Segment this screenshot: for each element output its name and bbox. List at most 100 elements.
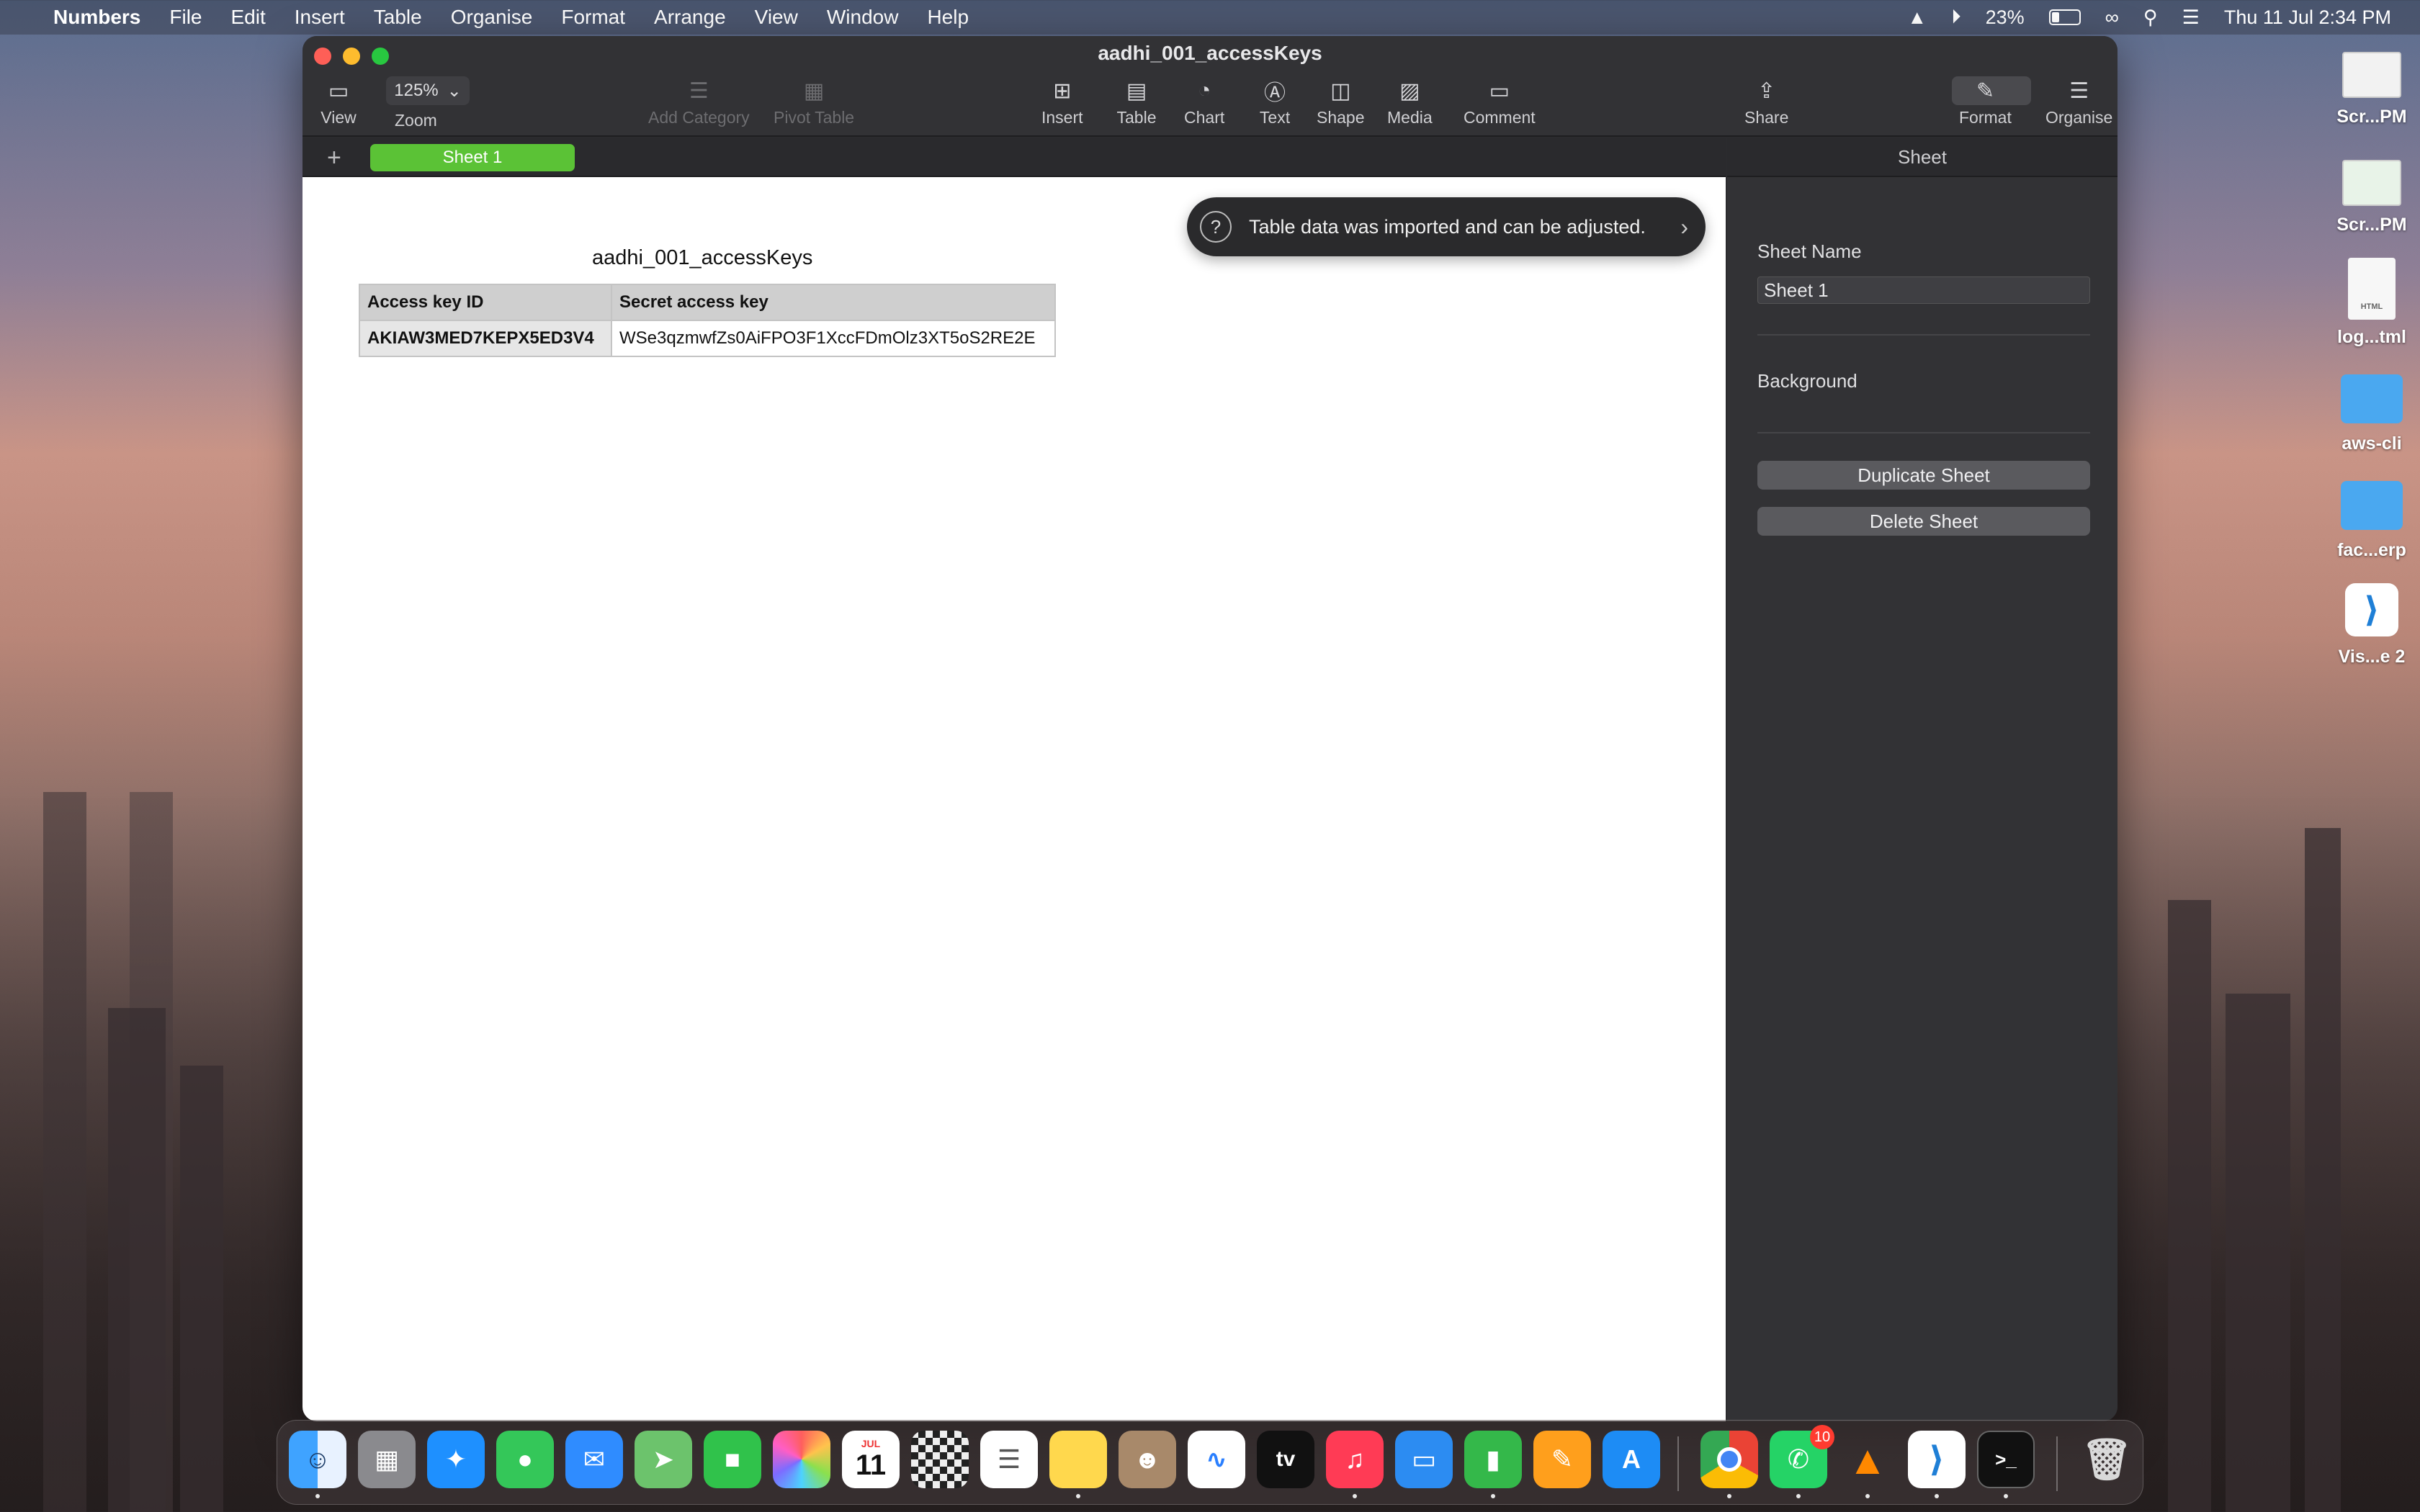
add-category-button[interactable]: ☰ Add Category xyxy=(648,76,750,127)
music-icon[interactable]: ♫ xyxy=(1326,1431,1384,1488)
control-center-icon[interactable]: ☰ xyxy=(2182,6,2200,29)
keynote-icon[interactable]: ▭ xyxy=(1395,1431,1453,1488)
screenshot-thumbnail xyxy=(2342,160,2401,206)
chart-button[interactable]: ◔ Chart xyxy=(1184,76,1224,127)
chess-icon[interactable] xyxy=(911,1431,969,1488)
table-cell[interactable]: AKIAW3MED7KEPX5ED3V4 xyxy=(359,320,612,357)
calendar-icon[interactable]: JUL 11 xyxy=(842,1431,900,1488)
sheet-name-label: Sheet Name xyxy=(1757,240,1862,262)
format-button[interactable]: ✎ Format xyxy=(1959,76,2012,127)
add-sheet-button[interactable]: + xyxy=(327,144,341,172)
chevron-down-icon: ⌄ xyxy=(447,81,462,101)
desktop-item-app[interactable]: ⟩ Vis...e 2 xyxy=(2318,583,2420,667)
facetime-icon[interactable]: ■ xyxy=(704,1431,761,1488)
table-button[interactable]: ▤ Table xyxy=(1116,76,1157,127)
menu-file[interactable]: File xyxy=(169,6,202,29)
photos-icon[interactable] xyxy=(773,1431,830,1488)
screenshot-thumbnail xyxy=(2342,52,2401,98)
app-store-icon[interactable]: A xyxy=(1603,1431,1660,1488)
menu-edit[interactable]: Edit xyxy=(231,6,266,29)
control-center-link-icon[interactable]: ∞ xyxy=(2105,6,2119,29)
battery-icon[interactable] xyxy=(2048,9,2081,25)
terminal-icon[interactable]: >_ xyxy=(1977,1431,2035,1488)
menu-bar: Numbers File Edit Insert Table Organise … xyxy=(0,0,2420,35)
desktop-item-screenshot[interactable]: Scr...PM xyxy=(2318,52,2420,127)
menu-window[interactable]: Window xyxy=(827,6,899,29)
table-cell[interactable]: WSe3qzmwfZs0AiFPO3F1XccFDmOlz3XT5oS2RE2E xyxy=(611,320,1056,357)
trash-icon[interactable]: 🗑 xyxy=(2078,1431,2136,1488)
chrome-icon[interactable] xyxy=(1700,1431,1758,1488)
finder-icon[interactable]: ☺ xyxy=(289,1431,346,1488)
pivot-table-button[interactable]: ▦ Pivot Table xyxy=(774,76,854,127)
vscode-dock-icon[interactable]: ⟩ xyxy=(1908,1431,1966,1488)
menu-clock[interactable]: Thu 11 Jul 2:34 PM xyxy=(2224,6,2391,29)
table-title[interactable]: aadhi_001_accessKeys xyxy=(592,246,812,270)
desktop-item-html-file[interactable]: HTML log...tml xyxy=(2318,258,2420,348)
media-button[interactable]: ▨ Media xyxy=(1387,76,1433,127)
share-button[interactable]: ⇪ Share xyxy=(1744,76,1788,127)
messages-icon[interactable]: ● xyxy=(496,1431,554,1488)
organise-button[interactable]: ☰ Organise xyxy=(2045,76,2112,127)
running-indicator xyxy=(1076,1494,1080,1498)
desktop-item-folder[interactable]: aws-cli xyxy=(2318,374,2420,454)
shape-button[interactable]: ◫ Shape xyxy=(1317,76,1365,127)
numbers-icon[interactable]: ▮ xyxy=(1464,1431,1522,1488)
delete-sheet-button[interactable]: Delete Sheet xyxy=(1757,507,2090,536)
column-header[interactable]: Access key ID xyxy=(359,284,612,321)
format-inspector: Sheet Sheet Name Sheet 1 Background Dupl… xyxy=(1727,138,2118,1421)
zoom-select[interactable]: 125% ⌄ xyxy=(386,76,470,105)
mail-icon[interactable]: ✉ xyxy=(565,1431,623,1488)
desktop-item-screenshot[interactable]: Scr...PM xyxy=(2318,160,2420,235)
numbers-window: aadhi_001_accessKeys ▭ View 125% ⌄ Zoom … xyxy=(302,36,2118,1421)
pages-icon[interactable]: ✎ xyxy=(1533,1431,1591,1488)
menu-insert[interactable]: Insert xyxy=(295,6,345,29)
running-indicator xyxy=(1796,1494,1801,1498)
desktop-item-folder[interactable]: fac...erp xyxy=(2318,481,2420,561)
import-notification[interactable]: ? Table data was imported and can be adj… xyxy=(1187,197,1706,256)
window-title: aadhi_001_accessKeys xyxy=(1098,42,1322,64)
contacts-icon[interactable]: ☻ xyxy=(1119,1431,1176,1488)
comment-button[interactable]: ▭ Comment xyxy=(1464,76,1536,127)
apple-tv-icon[interactable]: tv xyxy=(1257,1431,1314,1488)
running-indicator xyxy=(1491,1494,1495,1498)
battery-percent: 23% xyxy=(1985,6,2025,28)
launchpad-icon[interactable]: ▦ xyxy=(358,1431,416,1488)
insert-button[interactable]: ⊞ Insert xyxy=(1041,76,1083,127)
reminders-icon[interactable]: ☰ xyxy=(980,1431,1038,1488)
vlc-icon[interactable]: ▲ xyxy=(1839,1431,1896,1488)
notes-icon[interactable] xyxy=(1049,1431,1107,1488)
help-question-icon[interactable]: ? xyxy=(1200,211,1232,243)
divider xyxy=(1757,334,2090,336)
view-button[interactable]: ▭ View xyxy=(318,76,359,127)
text-box-icon: Ⓐ xyxy=(1264,81,1286,105)
import-notification-text: Table data was imported and can be adjus… xyxy=(1249,215,1646,238)
menu-arrange[interactable]: Arrange xyxy=(654,6,726,29)
background-label: Background xyxy=(1757,370,1857,392)
duplicate-sheet-button[interactable]: Duplicate Sheet xyxy=(1757,461,2090,490)
menu-organise[interactable]: Organise xyxy=(451,6,533,29)
freeform-icon[interactable]: ∿ xyxy=(1188,1431,1245,1488)
maps-icon[interactable]: ➤ xyxy=(635,1431,692,1488)
menu-app-name[interactable]: Numbers xyxy=(53,6,140,29)
column-header[interactable]: Secret access key xyxy=(611,284,1056,321)
shape-icon: ◫ xyxy=(1330,78,1351,103)
window-toolbar: aadhi_001_accessKeys ▭ View 125% ⌄ Zoom … xyxy=(302,36,2118,137)
text-button[interactable]: Ⓐ Text xyxy=(1255,76,1295,127)
sheet-name-field[interactable]: Sheet 1 xyxy=(1757,276,2090,304)
tab-sheet-1[interactable]: Sheet 1 xyxy=(370,144,575,171)
chevron-right-icon[interactable]: › xyxy=(1680,214,1688,240)
menu-view[interactable]: View xyxy=(755,6,798,29)
dock-divider xyxy=(2056,1436,2058,1491)
spotlight-search-icon[interactable]: ⚲ xyxy=(2143,6,2158,29)
safari-icon[interactable]: ✦ xyxy=(427,1431,485,1488)
menu-format[interactable]: Format xyxy=(561,6,625,29)
running-indicator xyxy=(315,1494,320,1498)
play-status-icon[interactable]: ⏵ xyxy=(1951,6,1961,29)
menu-table[interactable]: Table xyxy=(374,6,422,29)
organise-icon: ☰ xyxy=(2069,78,2089,103)
sheet-canvas[interactable]: aadhi_001_accessKeys Access key ID Secre… xyxy=(302,177,1726,1421)
access-keys-table[interactable]: Access key ID Secret access key AKIAW3ME… xyxy=(359,284,1056,357)
table-icon: ▤ xyxy=(1126,78,1147,103)
vlc-menu-icon[interactable]: ▲ xyxy=(1907,6,1927,29)
menu-help[interactable]: Help xyxy=(927,6,969,29)
